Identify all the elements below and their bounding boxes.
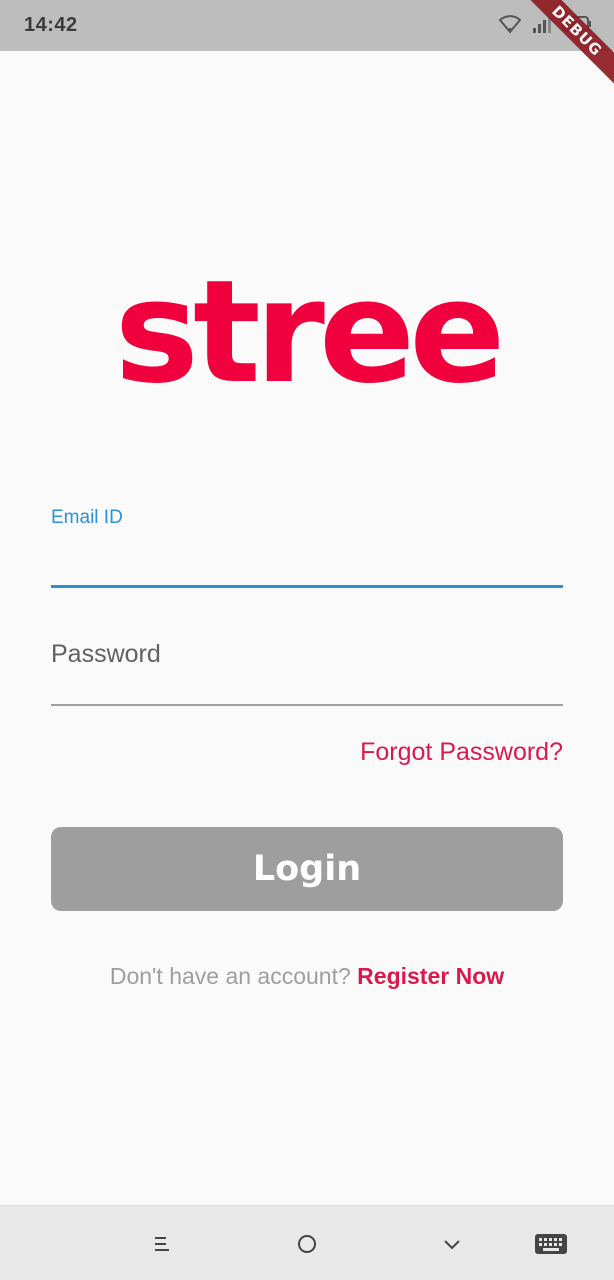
password-label: Password — [51, 640, 161, 668]
email-input[interactable] — [51, 540, 563, 580]
register-row: Don't have an account? Register Now — [0, 963, 614, 990]
back-icon[interactable] — [438, 1230, 466, 1258]
forgot-password-link[interactable]: Forgot Password? — [360, 738, 563, 767]
login-screen: 14:42 DEBUG stree Email ID Password Forg… — [0, 0, 614, 1280]
home-icon[interactable] — [293, 1230, 321, 1258]
status-bar: 14:42 — [0, 0, 614, 51]
status-time: 14:42 — [24, 14, 78, 36]
email-field[interactable]: Email ID — [51, 500, 563, 590]
register-now-link[interactable]: Register Now — [357, 963, 504, 989]
navigation-bar — [0, 1205, 614, 1280]
email-underline — [51, 585, 563, 588]
email-label: Email ID — [51, 507, 123, 528]
menu-icon[interactable] — [148, 1230, 176, 1258]
keyboard-icon[interactable] — [533, 1230, 569, 1258]
login-button[interactable]: Login — [51, 827, 563, 911]
wifi-icon — [498, 14, 522, 34]
password-underline — [51, 704, 563, 706]
register-prompt: Don't have an account? — [109, 963, 351, 989]
stree-logo: stree — [114, 250, 505, 415]
password-field[interactable]: Password — [51, 630, 563, 710]
